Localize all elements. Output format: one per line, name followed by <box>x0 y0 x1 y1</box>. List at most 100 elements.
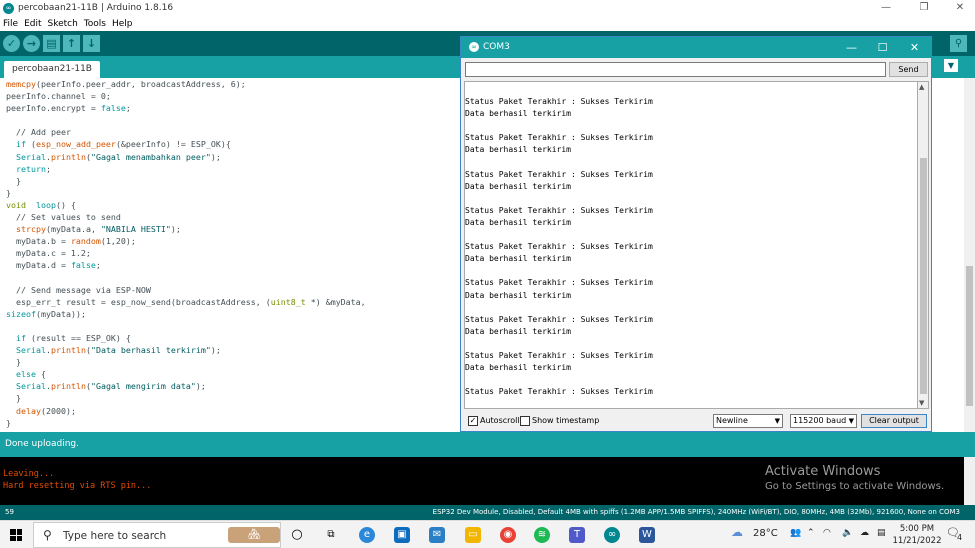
menu-file[interactable]: File <box>3 19 18 29</box>
open-sketch-icon[interactable]: ↑ <box>63 35 80 52</box>
cortana-icon[interactable]: ○ <box>289 527 305 543</box>
minimize-button[interactable]: — <box>871 0 901 16</box>
serial-output-line: Data berhasil terkirim <box>465 181 571 191</box>
status-message: Done uploading. <box>0 432 975 457</box>
clock-date: 11/21/2022 <box>892 536 942 546</box>
serial-output-line: Data berhasil terkirim <box>465 254 571 264</box>
serial-output-line: Status Paket Terakhir : Sukses Terkirim <box>465 350 653 360</box>
timestamp-checkbox[interactable] <box>520 416 530 426</box>
serial-output-line <box>465 229 917 241</box>
serial-send-input[interactable] <box>465 62 886 77</box>
console-scrollbar[interactable] <box>964 457 975 505</box>
word-icon[interactable]: W <box>639 527 655 543</box>
arduino-icon: ∞ <box>469 42 479 52</box>
network-icon[interactable]: ◠ <box>823 528 831 538</box>
serial-output-line <box>465 338 917 350</box>
serial-output-line <box>465 193 917 205</box>
serial-output-line <box>465 374 917 386</box>
save-sketch-icon[interactable]: ↓ <box>83 35 100 52</box>
window-title: percobaan21-11B | Arduino 1.8.16 <box>18 3 174 13</box>
serial-output-line: Status Paket Terakhir : Sukses Terkirim <box>465 133 653 143</box>
upload-icon[interactable]: → <box>23 35 40 52</box>
people-icon[interactable]: 👥 <box>790 528 801 538</box>
activate-subtitle: Go to Settings to activate Windows. <box>765 481 945 492</box>
serial-output-line: Status Paket Terakhir : Sukses Terkirim <box>465 205 653 215</box>
weather-icon: ☁ <box>731 525 743 539</box>
serial-output-line: Data berhasil terkirim <box>465 290 571 300</box>
menu-tools[interactable]: Tools <box>84 19 106 29</box>
chevron-up-icon[interactable]: ⌃ <box>807 528 815 538</box>
file-explorer-icon[interactable]: ▭ <box>465 527 481 543</box>
serial-maximize-button[interactable]: ☐ <box>866 37 899 58</box>
clock[interactable]: 5:00 PM 11/21/2022 <box>892 523 942 547</box>
language-icon[interactable]: ▤ <box>877 528 886 538</box>
baud-select[interactable]: 115200 baud ▼ <box>790 414 857 428</box>
weather-temp[interactable]: 28°C <box>753 528 778 539</box>
volume-icon[interactable]: 🔈 <box>842 528 853 538</box>
serial-minimize-button[interactable]: — <box>835 37 868 58</box>
notification-count: 4 <box>957 533 963 542</box>
clear-output-button[interactable]: Clear output <box>861 414 927 428</box>
serial-output-line: Status Paket Terakhir : Sukses Terkirim <box>465 169 653 179</box>
spotify-icon[interactable]: ≋ <box>534 527 550 543</box>
windows-start-icon[interactable] <box>10 529 22 541</box>
serial-title-bar: ∞ COM3 — ☐ ✕ <box>461 37 931 58</box>
serial-controls: ✓ Autoscroll Show timestamp Newline ▼ 11… <box>461 411 931 431</box>
serial-output-line: Data berhasil terkirim <box>465 363 571 373</box>
activate-windows-watermark: Activate Windows Go to Settings to activ… <box>765 463 944 494</box>
serial-title: COM3 <box>483 42 510 52</box>
menu-sketch[interactable]: Sketch <box>48 19 78 29</box>
onedrive-icon[interactable]: ☁ <box>860 528 869 538</box>
search-icon: ⚲ <box>43 528 52 542</box>
serial-output-line: Status Paket Terakhir : Sukses Terkirim <box>465 242 653 252</box>
arduino-icon: ∞ <box>3 2 14 14</box>
new-sketch-icon[interactable]: ▤ <box>43 35 60 52</box>
line-ending-select[interactable]: Newline ▼ <box>713 414 783 428</box>
chrome-icon[interactable]: ◉ <box>500 527 516 543</box>
board-info-bar: 59 ESP32 Dev Module, Disabled, Default 4… <box>0 505 975 520</box>
serial-output-line <box>465 156 917 168</box>
menu-help[interactable]: Help <box>112 19 133 29</box>
serial-output-line <box>465 265 917 277</box>
task-view-icon[interactable]: ⧉ <box>323 527 339 543</box>
autoscroll-checkbox[interactable]: ✓ <box>468 416 478 426</box>
send-button[interactable]: Send <box>889 62 928 77</box>
editor-scrollbar[interactable] <box>964 78 975 432</box>
serial-output-line <box>465 120 917 132</box>
serial-output-line: Data berhasil terkirim <box>465 217 571 227</box>
autoscroll-label: Autoscroll <box>480 416 520 425</box>
close-button[interactable]: ✕ <box>945 0 975 16</box>
taskbar: ⚲ Type here to search 🏘 ○ ⧉ e ▣ ✉ ▭ ◉ ≋ … <box>0 520 975 548</box>
serial-output-line: Data berhasil terkirim <box>465 145 571 155</box>
search-highlight-icon: 🏘 <box>228 527 280 543</box>
menu-edit[interactable]: Edit <box>24 19 41 29</box>
scroll-down-icon[interactable]: ▼ <box>919 399 924 407</box>
mail-icon[interactable]: ✉ <box>429 527 445 543</box>
clock-time: 5:00 PM <box>899 524 935 534</box>
serial-output-line: Data berhasil terkirim <box>465 326 571 336</box>
activate-title: Activate Windows <box>765 464 881 479</box>
scroll-up-icon[interactable]: ▲ <box>919 83 924 91</box>
serial-output-line: Status Paket Terakhir : Sukses Terkirim <box>465 314 653 324</box>
maximize-button[interactable]: ❐ <box>909 0 939 16</box>
line-ending-value: Newline <box>716 416 748 425</box>
chevron-down-icon: ▼ <box>848 417 854 425</box>
serial-output-line: Status Paket Terakhir : Sukses Terkirim <box>465 278 653 288</box>
serial-monitor-icon[interactable]: ⚲ <box>950 35 967 52</box>
tab-sketch[interactable]: percobaan21-11B <box>4 61 100 78</box>
search-placeholder: Type here to search <box>63 530 167 542</box>
serial-output: Status Paket Terakhir : Sukses Terkirim D… <box>464 81 918 409</box>
menu-bar: File Edit Sketch Tools Help <box>0 16 975 31</box>
verify-icon[interactable]: ✓ <box>3 35 20 52</box>
tab-menu-icon[interactable]: ▼ <box>944 59 958 72</box>
store-icon[interactable]: ▣ <box>394 527 410 543</box>
serial-scrollbar[interactable]: ▲ ▼ <box>918 81 929 409</box>
teams-icon[interactable]: T <box>569 527 585 543</box>
edge-icon[interactable]: e <box>359 527 375 543</box>
serial-output-line: Status Paket Terakhir : Sukses Terkirim <box>465 97 653 106</box>
serial-close-button[interactable]: ✕ <box>898 37 931 58</box>
serial-monitor-window: ∞ COM3 — ☐ ✕ Send Status Paket Terakhir … <box>460 36 932 432</box>
serial-output-line <box>465 302 917 314</box>
arduino-taskbar-icon[interactable]: ∞ <box>604 527 620 543</box>
board-info: ESP32 Dev Module, Disabled, Default 4MB … <box>432 508 960 516</box>
